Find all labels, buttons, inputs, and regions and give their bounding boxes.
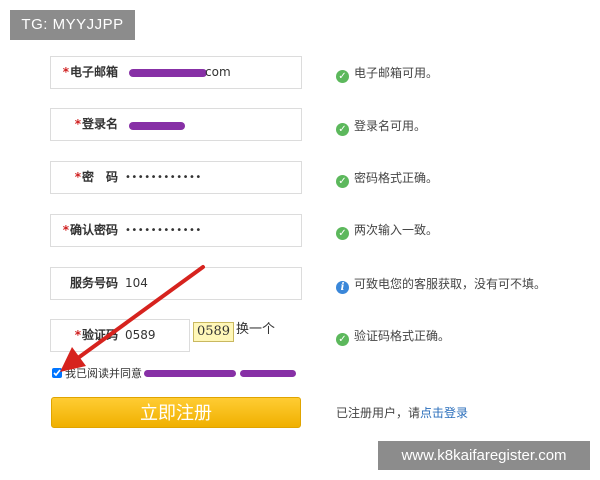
required-mark: *	[74, 117, 81, 131]
username-hint: ✓ 登录名可用。	[336, 118, 426, 136]
confirm-password-value: ••••••••••••	[125, 225, 202, 236]
login-prompt: 已注册用户，请点击登录	[336, 406, 469, 420]
redacted-text	[129, 122, 185, 130]
captcha-image[interactable]: 0589	[193, 322, 234, 342]
agreement-text: 我已阅读并同意	[65, 367, 142, 380]
required-mark: *	[62, 65, 69, 79]
watermark-bottom: www.k8kaifaregister.com	[378, 441, 590, 470]
username-label: *登录名	[74, 117, 118, 131]
captcha-label: *验证码	[74, 328, 118, 342]
confirm-password-label: *确认密码	[62, 223, 118, 237]
email-value: com	[205, 65, 231, 79]
email-field[interactable]: *电子邮箱 com	[50, 56, 302, 89]
password-label: *密 码	[74, 170, 118, 184]
required-mark: *	[74, 328, 81, 342]
check-circle-icon: ✓	[336, 227, 349, 240]
username-field[interactable]: *登录名	[50, 108, 302, 141]
required-mark: *	[62, 223, 69, 237]
redacted-agreement-link[interactable]	[144, 370, 236, 377]
redacted-text	[129, 69, 207, 77]
agreement-row: 我已阅读并同意	[52, 367, 142, 381]
watermark-top: TG: MYYJJPP	[10, 10, 135, 40]
confirm-password-field[interactable]: *确认密码 ••••••••••••	[50, 214, 302, 247]
info-circle-icon: i	[336, 281, 349, 294]
service-number-value: 104	[125, 276, 148, 290]
password-hint: ✓ 密码格式正确。	[336, 170, 438, 188]
confirm-password-hint: ✓ 两次输入一致。	[336, 222, 438, 240]
check-circle-icon: ✓	[336, 175, 349, 188]
required-mark: *	[74, 170, 81, 184]
service-number-hint: i 可致电您的客服获取，没有可不填。	[336, 276, 546, 294]
login-link[interactable]: 点击登录	[420, 406, 468, 420]
service-number-field[interactable]: 服务号码 104	[50, 267, 302, 300]
check-circle-icon: ✓	[336, 70, 349, 83]
check-circle-icon: ✓	[336, 333, 349, 346]
agreement-checkbox[interactable]	[52, 368, 62, 378]
email-label: *电子邮箱	[62, 65, 118, 79]
register-button[interactable]: 立即注册	[51, 397, 301, 428]
refresh-captcha-link[interactable]: 换一个	[236, 320, 275, 340]
service-number-label: 服务号码	[69, 276, 118, 290]
check-circle-icon: ✓	[336, 123, 349, 136]
email-hint: ✓ 电子邮箱可用。	[336, 65, 438, 83]
captcha-hint: ✓ 验证码格式正确。	[336, 328, 450, 346]
password-value: ••••••••••••	[125, 172, 202, 183]
captcha-field[interactable]: *验证码 0589	[50, 319, 190, 352]
password-field[interactable]: *密 码 ••••••••••••	[50, 161, 302, 194]
captcha-value: 0589	[125, 328, 156, 342]
redacted-agreement-link[interactable]	[240, 370, 296, 377]
